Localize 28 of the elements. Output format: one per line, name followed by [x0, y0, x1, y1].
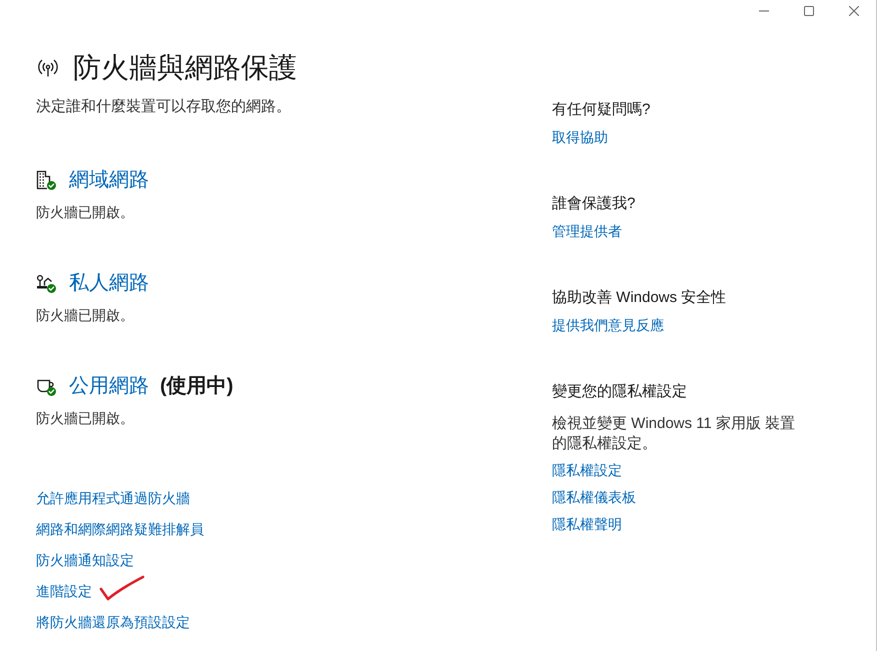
section-heading: 誰會保護我? [552, 194, 636, 214]
settings-link[interactable]: 將防火牆還原為預設設定 [36, 612, 190, 632]
network-link[interactable]: 公用網路 [69, 372, 149, 400]
settings-link[interactable]: 防火牆通知設定 [36, 550, 134, 570]
side-link[interactable]: 管理提供者 [552, 221, 622, 241]
side-link[interactable]: 取得協助 [552, 127, 608, 147]
firewall-status-text: 防火牆已開啟。 [36, 306, 134, 325]
page-description: 決定誰和什麼裝置可以存取您的網路。 [36, 97, 291, 117]
active-network-label: (使用中) [160, 374, 234, 399]
network-link[interactable]: 私人網路 [69, 269, 149, 297]
page-title: 防火牆與網路保護 [73, 51, 297, 85]
firewall-status-text: 防火牆已開啟。 [36, 409, 134, 428]
settings-link[interactable]: 允許應用程式通過防火牆 [36, 488, 190, 508]
side-link[interactable]: 提供我們意見反應 [552, 315, 664, 335]
side-link[interactable]: 隱私權設定 [552, 460, 622, 480]
section-description: 檢視並變更 Windows 11 家用版 裝置的隱私權設定。 [552, 414, 796, 454]
settings-link[interactable]: 進階設定 [36, 581, 92, 601]
side-link[interactable]: 隱私權儀表板 [552, 487, 636, 507]
network-link[interactable]: 網域網路 [69, 166, 149, 194]
firewall-status-text: 防火牆已開啟。 [36, 203, 134, 222]
close-icon [848, 6, 858, 16]
side-link[interactable]: 隱私權聲明 [552, 514, 622, 534]
broadcast-icon [36, 58, 60, 78]
maximize-icon [804, 6, 814, 16]
section-heading: 有任何疑問嗎? [552, 100, 650, 120]
section-heading: 變更您的隱私權設定 [552, 382, 687, 402]
settings-link[interactable]: 網路和網際網路疑難排解員 [36, 519, 204, 539]
section-heading: 協助改善 Windows 安全性 [552, 288, 726, 308]
